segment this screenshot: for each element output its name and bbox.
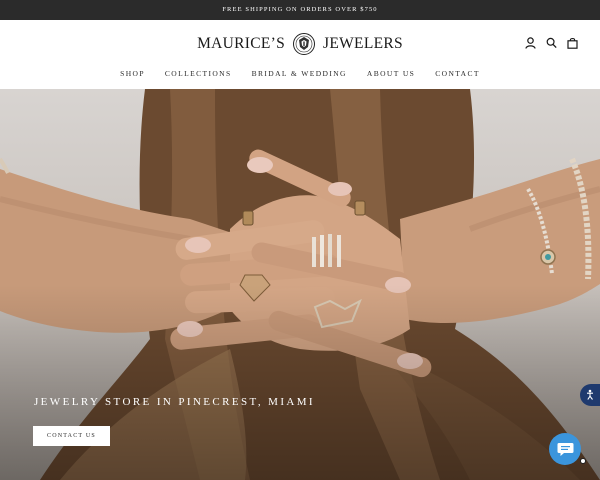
search-icon[interactable] [546, 37, 557, 49]
nav-item-collections[interactable]: COLLECTIONS [155, 69, 242, 78]
hero-title: JEWELRY STORE IN PINECREST, MIAMI [34, 396, 315, 408]
cart-icon[interactable] [567, 37, 578, 49]
site-header: MAURICE’S JEWELERS SHOP COLLECTIONS BRID… [0, 20, 600, 89]
brand-name-right: JEWELERS [323, 35, 403, 52]
account-icon[interactable] [525, 37, 536, 49]
nav-item-shop[interactable]: SHOP [110, 69, 155, 78]
crest-icon [293, 33, 316, 55]
nav-item-about-us[interactable]: ABOUT US [357, 69, 425, 78]
accessibility-icon [587, 389, 593, 400]
chat-bubble-icon [557, 442, 573, 456]
accessibility-button[interactable] [580, 384, 600, 406]
announcement-text: FREE SHIPPING ON ORDERS OVER $750 [222, 6, 378, 13]
hero-banner: JEWELRY STORE IN PINECREST, MIAMI CONTAC… [0, 89, 600, 480]
header-actions [525, 37, 578, 49]
nav-item-contact[interactable]: CONTACT [425, 69, 490, 78]
chat-status-dot [580, 458, 586, 464]
brand-logo[interactable]: MAURICE’S JEWELERS [0, 32, 600, 56]
announcement-bar: FREE SHIPPING ON ORDERS OVER $750 [0, 0, 600, 20]
contact-us-button[interactable]: CONTACT US [33, 426, 110, 446]
nav-item-bridal-wedding[interactable]: BRIDAL & WEDDING [242, 69, 357, 78]
chat-button[interactable] [549, 433, 581, 465]
main-navigation: SHOP COLLECTIONS BRIDAL & WEDDING ABOUT … [0, 69, 600, 78]
brand-name-left: MAURICE’S [197, 35, 286, 52]
hero-overlay [0, 89, 600, 480]
